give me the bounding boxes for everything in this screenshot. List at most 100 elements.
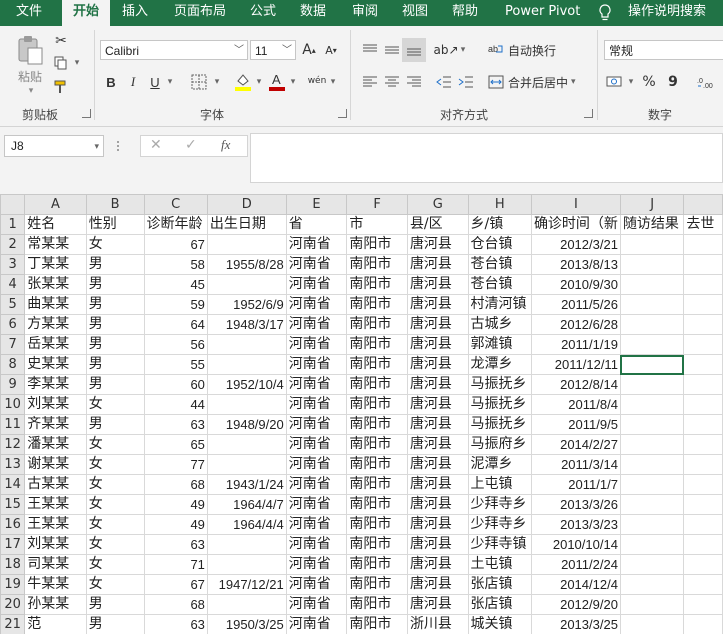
cell[interactable]: 姓名	[24, 214, 87, 235]
cell[interactable]: 河南省	[285, 254, 348, 275]
cell[interactable]: 马振抚乡	[467, 374, 532, 395]
row-header[interactable]: 13	[0, 454, 26, 475]
cell[interactable]	[683, 414, 723, 435]
cell[interactable]: 南阳市	[346, 234, 408, 255]
cell[interactable]: 城关镇	[467, 614, 532, 634]
cell[interactable]: 河南省	[285, 534, 348, 555]
cell[interactable]: 女	[85, 474, 145, 495]
cell[interactable]	[683, 514, 723, 535]
tab-file[interactable]: 文件	[16, 0, 42, 26]
cell[interactable]: 出生日期	[206, 214, 287, 235]
column-header[interactable]: C	[143, 194, 208, 215]
cell[interactable]: 67	[143, 234, 208, 255]
cell[interactable]: 2013/3/26	[530, 494, 621, 515]
cell[interactable]: 2011/5/26	[530, 294, 621, 315]
cell[interactable]	[683, 594, 723, 615]
cell[interactable]: 丁某某	[24, 254, 87, 275]
cell[interactable]: 女	[85, 514, 145, 535]
row-header[interactable]: 12	[0, 434, 26, 455]
font-color-dropdown-icon[interactable]: ▾	[288, 72, 298, 92]
tab-power-pivot[interactable]: Power Pivot	[505, 0, 580, 26]
cell[interactable]: 1964/4/4	[206, 514, 287, 535]
cell[interactable]: 男	[85, 594, 145, 615]
row-header[interactable]: 9	[0, 374, 26, 395]
font-size-select[interactable]: 11 ﹀	[250, 40, 296, 60]
fill-color-icon[interactable]	[232, 70, 254, 92]
cell[interactable]	[206, 354, 287, 375]
cell[interactable]: 泥潭乡	[467, 454, 532, 475]
cell[interactable]: 男	[85, 314, 145, 335]
paste-icon[interactable]	[14, 34, 46, 66]
cell[interactable]: 2014/12/4	[530, 574, 621, 595]
cell[interactable]: 南阳市	[346, 394, 408, 415]
cell[interactable]: 唐河县	[406, 394, 469, 415]
cell[interactable]: 南阳市	[346, 414, 408, 435]
cell[interactable]: 河南省	[285, 294, 348, 315]
cell[interactable]: 仓台镇	[467, 234, 532, 255]
cell[interactable]: 河南省	[285, 334, 348, 355]
column-header[interactable]: A	[24, 194, 87, 215]
row-header[interactable]: 5	[0, 294, 26, 315]
cell[interactable]: 河南省	[285, 574, 348, 595]
cell[interactable]	[683, 474, 723, 495]
cell[interactable]: 龙潭乡	[467, 354, 532, 375]
cell[interactable]	[683, 254, 723, 275]
cell[interactable]	[206, 534, 287, 555]
cell[interactable]: 马振抚乡	[467, 394, 532, 415]
cell[interactable]	[619, 514, 685, 535]
select-all-corner[interactable]	[0, 194, 26, 215]
cell[interactable]	[683, 374, 723, 395]
cell[interactable]: 去世	[683, 214, 723, 235]
cancel-icon[interactable]: ✕	[150, 137, 162, 153]
row-header[interactable]: 1	[0, 214, 26, 235]
cell[interactable]: 44	[143, 394, 208, 415]
cell[interactable]	[619, 234, 685, 255]
borders-dropdown-icon[interactable]: ▾	[212, 72, 222, 92]
cell[interactable]: 2012/8/14	[530, 374, 621, 395]
align-left-icon[interactable]	[360, 72, 380, 92]
format-painter-icon[interactable]	[52, 78, 70, 96]
cell[interactable]: 张店镇	[467, 574, 532, 595]
cell[interactable]: 1952/6/9	[206, 294, 287, 315]
cell[interactable]: 南阳市	[346, 434, 408, 455]
cell[interactable]: 常某某	[24, 234, 87, 255]
paste-button[interactable]: 粘贴	[14, 68, 46, 84]
cell[interactable]: 确诊时间（新	[530, 214, 621, 235]
cell[interactable]	[619, 554, 685, 575]
cell[interactable]: 李某某	[24, 374, 87, 395]
cell[interactable]: 唐河县	[406, 414, 469, 435]
comma-style-button[interactable]: 9	[664, 72, 682, 92]
cell[interactable]: 曲某某	[24, 294, 87, 315]
cell[interactable]: 性别	[85, 214, 145, 235]
cell[interactable]	[683, 434, 723, 455]
cell[interactable]: 71	[143, 554, 208, 575]
cell[interactable]: 乡/镇	[467, 214, 532, 235]
cell[interactable]: 2012/6/28	[530, 314, 621, 335]
column-header[interactable]: F	[346, 194, 408, 215]
column-header[interactable]: E	[285, 194, 348, 215]
column-header[interactable]	[683, 194, 723, 215]
cell[interactable]: 河南省	[285, 234, 348, 255]
row-header[interactable]: 11	[0, 414, 26, 435]
row-header[interactable]: 15	[0, 494, 26, 515]
cell[interactable]: 唐河县	[406, 514, 469, 535]
cell[interactable]: 市	[346, 214, 408, 235]
cell[interactable]: 唐河县	[406, 534, 469, 555]
cell[interactable]	[619, 594, 685, 615]
cell[interactable]: 河南省	[285, 274, 348, 295]
cell[interactable]: 上屯镇	[467, 474, 532, 495]
cell[interactable]	[619, 494, 685, 515]
cell[interactable]	[683, 294, 723, 315]
cell[interactable]	[683, 274, 723, 295]
cell[interactable]: 张某某	[24, 274, 87, 295]
cell[interactable]: 古某某	[24, 474, 87, 495]
tab-data[interactable]: 数据	[300, 0, 326, 26]
cell[interactable]: 牛某某	[24, 574, 87, 595]
tab-formulas[interactable]: 公式	[250, 0, 276, 26]
cell[interactable]: 68	[143, 474, 208, 495]
cell[interactable]: 唐河县	[406, 334, 469, 355]
cell[interactable]: 南阳市	[346, 254, 408, 275]
row-header[interactable]: 6	[0, 314, 26, 335]
cell[interactable]: 2011/1/7	[530, 474, 621, 495]
enter-icon[interactable]: ✓	[185, 137, 197, 153]
